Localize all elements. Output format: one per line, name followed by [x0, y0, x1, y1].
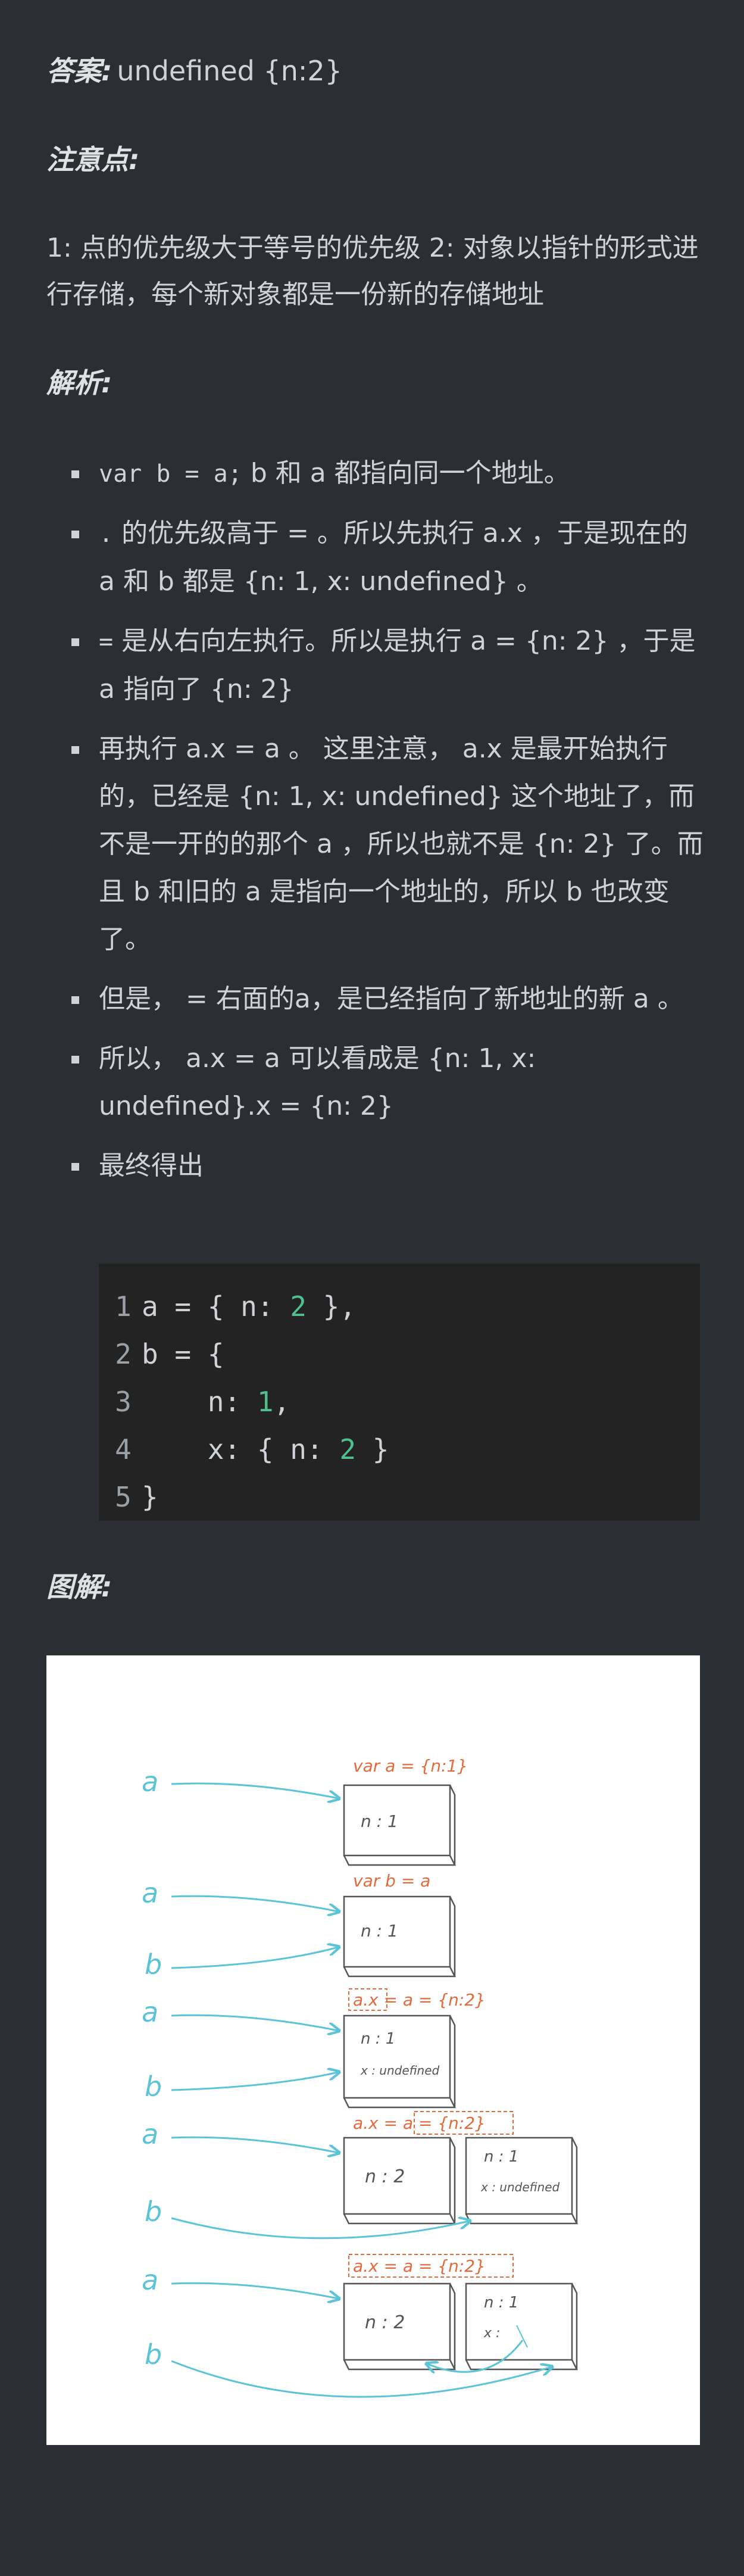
list-item: var b = a; b 和 a 都指向同一个地址。: [46, 450, 707, 498]
letter-a: a: [142, 1996, 158, 2028]
answer-label: 答案:: [46, 55, 112, 87]
notes-text: 1: 点的优先级大于等号的优先级 2: 对象以指针的形式进行存储，每个新对象都是…: [46, 233, 699, 310]
letter-a: a: [142, 1766, 158, 1798]
code-text: ,: [273, 1386, 290, 1418]
code-line: 1 a = { n: 2 },: [105, 1283, 700, 1330]
code-text: }: [142, 1481, 158, 1513]
figure-illustration: var a = {n:1} n : 1 a var b = a n : 1 a …: [46, 1655, 700, 2445]
label-var-b: var b = a: [353, 1871, 430, 1891]
list-item: . 的优先级高于 = 。所以先执行 a.x ，于是现在的 a 和 b 都是 {n…: [46, 510, 707, 606]
code-number: 1: [257, 1386, 274, 1418]
notes-heading: 注意点:: [46, 144, 140, 176]
code-line: 2 b = {: [105, 1330, 700, 1378]
inline-code: .: [99, 520, 114, 548]
object-box: n : 1 x :: [465, 2282, 579, 2371]
pointer-arrow: [171, 2218, 469, 2240]
letter-b: b: [145, 2070, 162, 2103]
box-text: n : 1: [484, 2294, 518, 2312]
list-item-text: 再执行 a.x = a 。 这里注意， a.x 是最开始执行的，已经是 {n: …: [99, 734, 704, 955]
label-statement: a.x = a = {n:2}: [353, 2113, 486, 2133]
line-number: 5: [115, 1481, 132, 1513]
object-box: n : 1 x : undefined: [343, 2014, 457, 2109]
line-number: 2: [115, 1338, 132, 1370]
inline-code: =: [99, 628, 114, 656]
line-number: 4: [115, 1433, 132, 1465]
line-number: 3: [115, 1386, 132, 1418]
answer-value: undefined {n:2}: [117, 55, 342, 87]
label-var-a: var a = {n:1}: [353, 1756, 468, 1776]
code-line: 5}: [105, 1473, 700, 1521]
letter-b: b: [145, 2338, 162, 2371]
list-item: 但是， = 右面的a，是已经指向了新地址的新 a 。: [46, 975, 707, 1023]
object-box: n : 1: [343, 1895, 457, 1978]
code-text: n:: [142, 1386, 257, 1418]
code-text: }: [356, 1433, 389, 1465]
pointer-arrow: [171, 2072, 338, 2091]
letter-a: a: [142, 1877, 158, 1909]
code-text: x: { n:: [142, 1433, 340, 1465]
analysis-list: var b = a; b 和 a 都指向同一个地址。 . 的优先级高于 = 。所…: [46, 450, 707, 1202]
object-box: n : 2: [343, 2137, 457, 2225]
letter-b: b: [145, 1948, 162, 1981]
box-text: x : undefined: [360, 2063, 440, 2078]
box-text: x : undefined: [480, 2180, 560, 2194]
box-text: n : 2: [365, 2312, 405, 2333]
letter-a: a: [142, 2264, 158, 2296]
line-number: 1: [115, 1290, 132, 1323]
box-text: n : 1: [361, 2030, 395, 2048]
object-box: n : 2: [343, 2282, 457, 2371]
box-text: x :: [483, 2326, 500, 2341]
letter-a: a: [142, 2118, 158, 2150]
letter-b: b: [145, 2195, 162, 2228]
code-line: 3 n: 1,: [105, 1378, 700, 1426]
code-number: 2: [339, 1433, 357, 1465]
list-item-text: b 和 a 都指向同一个地址。: [242, 458, 570, 488]
pointer-arrow: [171, 2360, 551, 2398]
code-line: 4 x: { n: 2 }: [105, 1426, 700, 1473]
object-box: n : 1 x : undefined: [465, 2137, 579, 2225]
code-block: 1 a = { n: 2 }, 2 b = { 3 n: 1, 4 x: { n: …: [99, 1264, 700, 1521]
code-number: 2: [290, 1290, 307, 1323]
list-item-text: 最终得出: [99, 1150, 204, 1181]
page: 答案: undefined {n:2} 注意点: 1: 点的优先级大于等号的优先级…: [0, 0, 744, 2576]
box-text: n : 1: [484, 2148, 518, 2166]
list-item: 最终得出: [46, 1142, 707, 1190]
label-statement: a.x = a = {n:2}: [353, 2256, 486, 2276]
pointer-arrow: [171, 2136, 338, 2153]
object-box: n : 1: [343, 1784, 457, 1866]
code-text: },: [306, 1290, 357, 1323]
pointer-arrow: [171, 1895, 338, 1911]
code-text: b = {: [142, 1338, 224, 1370]
box-text: n : 1: [361, 1921, 398, 1941]
pointer-arrow: [171, 1947, 338, 1969]
analysis-heading: 解析:: [46, 367, 112, 399]
list-item: 所以， a.x = a 可以看成是 {n: 1, x: undefined}.x…: [46, 1035, 707, 1130]
figure-heading: 图解:: [46, 1571, 112, 1603]
pointer-arrow: [171, 2282, 338, 2299]
box-text: n : 2: [365, 2166, 405, 2187]
pointer-diagram: var a = {n:1} n : 1 a var b = a n : 1 a …: [142, 1756, 579, 2398]
code-text: a = { n:: [142, 1290, 290, 1323]
list-item: 再执行 a.x = a 。 这里注意， a.x 是最开始执行的，已经是 {n: …: [46, 725, 707, 963]
list-item-text: 所以， a.x = a 可以看成是 {n: 1, x: undefined}.x…: [99, 1043, 536, 1121]
list-item: = 是从右向左执行。所以是执行 a = {n: 2} ，于是 a 指向了 {n:…: [46, 618, 707, 713]
pointer-arrow: [171, 1782, 338, 1798]
inline-code: var b = a;: [99, 460, 242, 488]
list-item-text: 但是， = 右面的a，是已经指向了新地址的新 a 。: [99, 984, 684, 1014]
answer-heading: 答案: undefined {n:2}: [46, 57, 342, 85]
list-item-text: 是从右向左执行。所以是执行 a = {n: 2} ，于是 a 指向了 {n: 2…: [99, 626, 696, 704]
list-item-text: 的优先级高于 = 。所以先执行 a.x ，于是现在的 a 和 b 都是 {n: …: [99, 518, 688, 597]
label-statement: a.x = a = {n:2}: [353, 1990, 486, 2010]
box-text: n : 1: [361, 1811, 398, 1831]
pointer-arrow: [171, 2014, 338, 2031]
